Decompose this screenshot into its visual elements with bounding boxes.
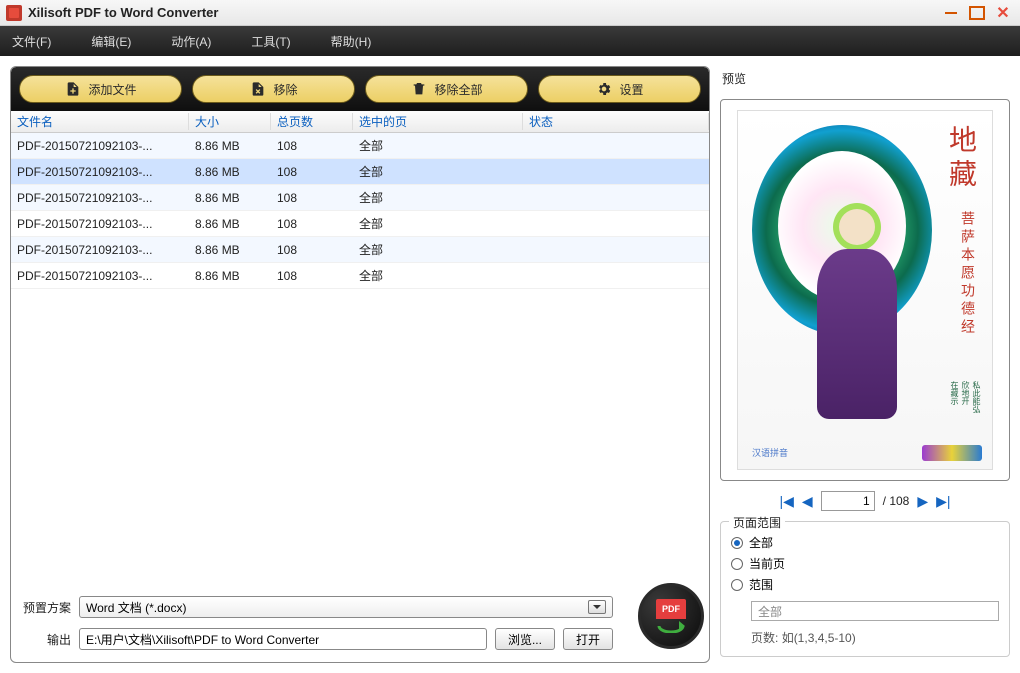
table-row[interactable]: PDF-20150721092103-...8.86 MB108全部: [11, 159, 709, 185]
table-row[interactable]: PDF-20150721092103-...8.86 MB108全部: [11, 133, 709, 159]
col-pages[interactable]: 总页数: [271, 113, 353, 130]
col-status[interactable]: 状态: [523, 113, 709, 130]
trash-icon: [410, 80, 428, 98]
convert-arrow-icon: [657, 619, 685, 633]
col-filename[interactable]: 文件名: [11, 113, 189, 130]
add-file-button[interactable]: 添加文件: [19, 75, 182, 103]
convert-button[interactable]: PDF: [638, 583, 704, 649]
preview-stamp: 汉语拼音: [752, 446, 788, 459]
menu-bar: 文件(F) 编辑(E) 动作(A) 工具(T) 帮助(H): [0, 26, 1020, 56]
toolbar: 添加文件 移除 移除全部 设置: [11, 67, 709, 111]
range-all-label: 全部: [749, 534, 773, 551]
open-button[interactable]: 打开: [563, 628, 613, 650]
last-page-button[interactable]: ▶|: [936, 493, 950, 510]
menu-edit[interactable]: 编辑(E): [91, 33, 131, 50]
minimize-button[interactable]: [940, 4, 962, 22]
hint-label: 页数:: [751, 631, 778, 645]
range-custom-label: 范围: [749, 576, 773, 593]
menu-help[interactable]: 帮助(H): [331, 33, 372, 50]
add-file-label: 添加文件: [88, 81, 136, 98]
preview-label: 预览: [720, 66, 1010, 91]
range-custom-input[interactable]: [751, 601, 999, 621]
menu-tool[interactable]: 工具(T): [251, 33, 290, 50]
pager: |◀ ◀ / 108 ▶ ▶|: [720, 489, 1010, 513]
app-title: Xilisoft PDF to Word Converter: [28, 5, 940, 20]
range-current-radio[interactable]: [731, 558, 743, 570]
remove-button[interactable]: 移除: [192, 75, 355, 103]
table-row[interactable]: PDF-20150721092103-...8.86 MB108全部: [11, 263, 709, 289]
settings-label: 设置: [619, 81, 643, 98]
next-page-button[interactable]: ▶: [917, 493, 928, 510]
preview-subtitle-text: 菩萨本愿功德经: [956, 211, 976, 337]
publisher-logo: [922, 445, 982, 461]
pdf-badge: PDF: [656, 599, 686, 619]
settings-button[interactable]: 设置: [538, 75, 701, 103]
range-label: 页面范围: [729, 514, 785, 531]
preview-pane: 地藏 菩萨本愿功德经 私此能弘欣地开在藏示 汉语拼音: [720, 99, 1010, 481]
range-current-label: 当前页: [749, 555, 785, 572]
settings-icon: [595, 80, 613, 98]
output-path-input[interactable]: [79, 628, 487, 650]
menu-file[interactable]: 文件(F): [12, 33, 51, 50]
prev-page-button[interactable]: ◀: [802, 493, 813, 510]
page-input[interactable]: [821, 491, 875, 511]
remove-all-button[interactable]: 移除全部: [365, 75, 528, 103]
menu-action[interactable]: 动作(A): [171, 33, 211, 50]
preview-title-text: 地藏: [940, 125, 980, 193]
col-selected[interactable]: 选中的页: [353, 113, 523, 130]
app-icon: [6, 5, 22, 21]
title-bar: Xilisoft PDF to Word Converter ✕: [0, 0, 1020, 26]
remove-all-label: 移除全部: [434, 81, 482, 98]
total-pages: 108: [889, 494, 909, 508]
preset-label: 预置方案: [19, 599, 71, 616]
preview-image: 地藏 菩萨本愿功德经 私此能弘欣地开在藏示 汉语拼音: [737, 110, 993, 470]
range-custom-radio[interactable]: [731, 579, 743, 591]
preset-value: Word 文档 (*.docx): [86, 599, 186, 616]
table-row[interactable]: PDF-20150721092103-...8.86 MB108全部: [11, 211, 709, 237]
range-all-radio[interactable]: [731, 537, 743, 549]
first-page-button[interactable]: |◀: [779, 493, 793, 510]
table-row[interactable]: PDF-20150721092103-...8.86 MB108全部: [11, 237, 709, 263]
page-range-group: 页面范围 全部 当前页 范围 页数: 如(1,3,4,5-10): [720, 521, 1010, 657]
output-label: 输出: [19, 631, 71, 648]
browse-button[interactable]: 浏览...: [495, 628, 555, 650]
col-size[interactable]: 大小: [189, 113, 271, 130]
close-button[interactable]: ✕: [992, 4, 1014, 22]
remove-icon: [249, 80, 267, 98]
remove-label: 移除: [273, 81, 297, 98]
file-table: 文件名 大小 总页数 选中的页 状态 PDF-20150721092103-..…: [11, 111, 709, 586]
hint-example: 如(1,3,4,5-10): [782, 631, 856, 645]
chevron-down-icon: [588, 600, 606, 614]
maximize-button[interactable]: [966, 4, 988, 22]
table-row[interactable]: PDF-20150721092103-...8.86 MB108全部: [11, 185, 709, 211]
add-file-icon: [64, 80, 82, 98]
preset-select[interactable]: Word 文档 (*.docx): [79, 596, 613, 618]
